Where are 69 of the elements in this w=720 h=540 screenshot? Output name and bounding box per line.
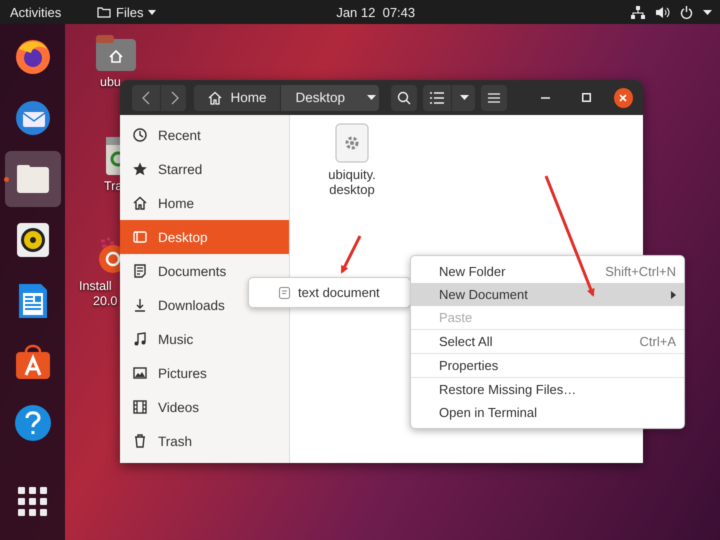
annotation-arrow bbox=[340, 235, 362, 274]
sidebar-item[interactable]: Pictures bbox=[120, 356, 289, 390]
menu-button[interactable] bbox=[481, 84, 507, 110]
forward-button[interactable] bbox=[161, 84, 186, 110]
menu-item[interactable]: New Folder Shift+Ctrl+N bbox=[411, 260, 684, 283]
sidebar-item[interactable]: Trash bbox=[120, 424, 289, 458]
file-name: ubiquity. desktop bbox=[328, 167, 376, 197]
recycle-bin-icon bbox=[104, 135, 121, 175]
sidebar-item[interactable]: Videos bbox=[120, 390, 289, 424]
sidebar-item[interactable]: Desktop bbox=[120, 220, 289, 254]
network-icon bbox=[631, 6, 645, 18]
menu-item[interactable]: Open in Terminal bbox=[411, 401, 684, 424]
apps-grid-icon bbox=[18, 487, 48, 517]
volume-icon bbox=[655, 6, 670, 18]
dock-item[interactable] bbox=[4, 151, 60, 207]
search-button[interactable] bbox=[391, 84, 418, 110]
menu-icon bbox=[488, 92, 500, 102]
clock-icon bbox=[132, 127, 148, 143]
caret-icon bbox=[367, 95, 376, 100]
menu-item[interactable]: New Document bbox=[411, 283, 684, 306]
shortcut-label: Ctrl+A bbox=[640, 334, 676, 349]
submenu-arrow-icon bbox=[671, 290, 676, 298]
view-list-button[interactable] bbox=[423, 84, 452, 110]
power-icon bbox=[680, 6, 693, 18]
list-icon bbox=[430, 92, 444, 104]
settings-file-icon bbox=[335, 123, 369, 163]
home-icon bbox=[208, 90, 222, 104]
trash-icon bbox=[132, 433, 148, 449]
activities-button[interactable]: Activities bbox=[10, 4, 97, 20]
chevron-left-icon bbox=[142, 90, 150, 104]
menu-item[interactable]: Restore Missing Files… bbox=[411, 378, 684, 401]
menu-item[interactable]: Select All Ctrl+A bbox=[411, 330, 684, 353]
document-icon bbox=[132, 263, 148, 279]
path-button[interactable]: Desktop bbox=[281, 84, 380, 110]
text-file-icon bbox=[279, 286, 290, 298]
film-icon bbox=[132, 399, 148, 415]
desktop-icon-label: Install bbox=[79, 279, 112, 294]
desktop-icon-label: ubu bbox=[100, 75, 121, 90]
music-note-icon bbox=[132, 331, 148, 347]
picture-icon bbox=[132, 365, 148, 381]
clock[interactable]: Jan 12 07:43 bbox=[336, 4, 416, 20]
sidebar-item[interactable]: Music bbox=[120, 322, 289, 356]
help-icon bbox=[12, 403, 52, 443]
home-icon bbox=[132, 195, 148, 211]
folder-icon bbox=[97, 6, 111, 18]
minimize-icon bbox=[541, 96, 550, 98]
download-icon bbox=[132, 297, 148, 313]
chevron-right-icon bbox=[171, 90, 179, 104]
running-indicator bbox=[4, 177, 8, 182]
search-icon bbox=[397, 90, 412, 104]
caret-icon bbox=[460, 95, 470, 100]
menu-item[interactable]: Properties bbox=[411, 354, 684, 377]
sidebar-item[interactable]: Recent bbox=[120, 118, 289, 152]
star-icon bbox=[132, 161, 148, 177]
path-button[interactable]: Home bbox=[194, 84, 280, 110]
view-options-button[interactable] bbox=[452, 84, 475, 110]
caret-icon bbox=[703, 10, 712, 14]
caret-icon bbox=[148, 10, 156, 14]
sidebar-item[interactable]: Starred bbox=[120, 152, 289, 186]
shortcut-label: Shift+Ctrl+N bbox=[605, 264, 676, 279]
sidebar-item[interactable]: Home bbox=[120, 186, 289, 220]
desktop-icon bbox=[132, 229, 148, 245]
app-menu[interactable]: Files bbox=[97, 4, 156, 20]
back-button[interactable] bbox=[132, 84, 160, 110]
close-icon bbox=[619, 94, 628, 102]
close-button[interactable] bbox=[614, 88, 633, 108]
maximize-icon bbox=[582, 93, 591, 102]
home-folder-icon bbox=[96, 35, 136, 71]
desktop-icon-label: 20.0 bbox=[93, 294, 118, 309]
